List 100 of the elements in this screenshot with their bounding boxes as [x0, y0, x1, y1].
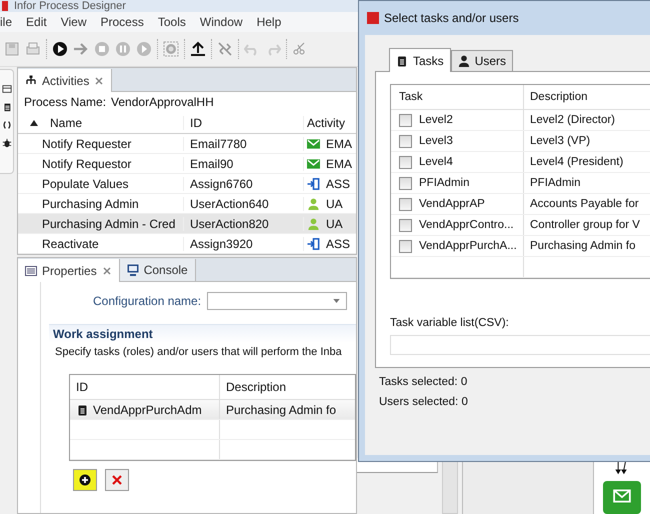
- print-icon[interactable]: [25, 41, 41, 57]
- arrow-right-icon[interactable]: [73, 41, 89, 57]
- checkbox[interactable]: [399, 240, 412, 252]
- table-cell: UA: [326, 216, 343, 230]
- clipboard-icon: [396, 54, 408, 66]
- table-cell: Email90: [190, 156, 234, 170]
- menu-item[interactable]: Help: [250, 15, 290, 29]
- checkbox[interactable]: [399, 156, 412, 168]
- configuration-name-dropdown[interactable]: [207, 292, 348, 310]
- play-icon[interactable]: [52, 41, 68, 57]
- app-logo-icon: [2, 1, 8, 11]
- menu-item[interactable]: Window: [194, 15, 251, 29]
- table-cell: EMA: [326, 156, 352, 170]
- activities-tab[interactable]: Activities: [18, 69, 112, 92]
- stop-icon[interactable]: [94, 41, 110, 57]
- table-cell: Level3: [419, 135, 453, 147]
- tasks-tab[interactable]: Tasks: [389, 48, 451, 72]
- section-description: Specify tasks (roles) and/or users that will perform the Inba: [54, 345, 343, 358]
- pause-icon[interactable]: [115, 41, 131, 57]
- section-title: Work assignment: [53, 327, 153, 341]
- clipboard-icon: [76, 404, 89, 416]
- table-cell: Accounts Payable for: [530, 198, 639, 210]
- person-icon: [307, 198, 320, 210]
- description-column-header[interactable]: Description: [220, 380, 355, 394]
- users-tab[interactable]: Users: [450, 50, 514, 71]
- table-cell: Level3 (VP): [530, 135, 590, 147]
- table-cell: Notify Requestor: [42, 156, 132, 170]
- activity-column-header[interactable]: Activity: [303, 116, 356, 130]
- caret-icon: [333, 299, 340, 303]
- users-selected-count: Users selected: 0: [378, 396, 469, 408]
- menu-item[interactable]: Tools: [152, 15, 194, 29]
- envelope-icon: [307, 158, 320, 170]
- close-icon[interactable]: [94, 76, 104, 86]
- table-cell: VendApprPurchA...: [419, 240, 517, 252]
- configuration-name-label: Configuration name:: [93, 294, 202, 308]
- unlink-icon[interactable]: [217, 41, 233, 57]
- record-icon[interactable]: [163, 41, 179, 57]
- checkbox[interactable]: [399, 176, 412, 190]
- monitor-icon: [126, 264, 139, 276]
- table-cell: Reactivate: [42, 236, 99, 250]
- dialog-title: Select tasks and/or users: [384, 11, 519, 25]
- activity-row[interactable]: Purchasing Admin - Cred UserAction820 UA: [18, 214, 356, 234]
- list-icon: [25, 264, 37, 276]
- add-button[interactable]: [73, 469, 97, 491]
- id-column-header[interactable]: ID: [70, 375, 220, 399]
- task-column-header[interactable]: Task: [391, 85, 524, 109]
- checkbox[interactable]: [399, 134, 412, 148]
- checkbox[interactable]: [399, 218, 412, 232]
- save-icon[interactable]: [4, 41, 20, 57]
- activity-row[interactable]: Reactivate Assign3920 ASS: [18, 234, 356, 254]
- menu-item[interactable]: Edit: [20, 15, 55, 29]
- tasks-selected-count: Tasks selected: 0: [378, 376, 468, 388]
- menu-item[interactable]: Process: [94, 15, 152, 29]
- table-cell: EMA: [326, 136, 352, 150]
- app-logo-icon: [367, 12, 379, 24]
- table-cell: Purchasing Admin - Cred: [42, 216, 176, 230]
- window-title: Infor Process Designer: [14, 0, 126, 12]
- checkbox[interactable]: [399, 114, 412, 126]
- add-icon: [79, 474, 91, 486]
- close-icon[interactable]: [102, 266, 112, 276]
- table-cell: Purchasing Admin fo: [226, 402, 336, 416]
- table-cell: PFIAdmin: [530, 177, 580, 189]
- id-column-header[interactable]: ID: [183, 116, 303, 130]
- email-node[interactable]: [603, 481, 641, 514]
- properties-tab[interactable]: Properties: [18, 259, 120, 282]
- variable-icon[interactable]: [2, 120, 12, 130]
- envelope-icon: [613, 489, 631, 504]
- window-icon[interactable]: [2, 84, 12, 94]
- description-column-header[interactable]: Description: [524, 91, 650, 103]
- assign-icon: [307, 178, 320, 190]
- activity-row[interactable]: Notify Requestor Email90 EMA: [18, 154, 356, 174]
- checkbox[interactable]: [399, 198, 412, 210]
- activity-row[interactable]: Populate Values Assign6760 ASS: [18, 174, 356, 194]
- table-cell: Email7780: [190, 136, 247, 150]
- sort-ascending-icon: [30, 120, 38, 126]
- menu-item[interactable]: ile: [0, 15, 20, 29]
- hierarchy-icon: [25, 74, 37, 86]
- table-cell: ASS: [326, 236, 350, 250]
- delete-button[interactable]: [105, 469, 129, 491]
- table-cell: VendApprContro...: [419, 219, 514, 231]
- table-cell: Level4 (President): [530, 156, 624, 168]
- table-cell: VendApprPurchAdm: [93, 402, 202, 416]
- menu-item[interactable]: View: [54, 15, 94, 29]
- table-cell: Controller group for V: [530, 219, 640, 231]
- console-tab[interactable]: Console: [120, 259, 196, 281]
- activity-row[interactable]: Notify Requester Email7780 EMA: [18, 134, 356, 154]
- task-variable-field[interactable]: [390, 335, 650, 355]
- process-name-value: VendorApprovalHH: [111, 95, 214, 109]
- table-cell: Assign3920: [190, 236, 253, 250]
- assign-icon: [307, 238, 320, 250]
- upload-icon[interactable]: [190, 41, 206, 57]
- table-cell: ASS: [326, 176, 350, 190]
- bug-icon[interactable]: [2, 138, 12, 148]
- name-column-header[interactable]: Name: [18, 116, 183, 130]
- table-cell: UserAction820: [190, 216, 269, 230]
- task-icon[interactable]: [2, 102, 12, 112]
- table-cell: Level2: [419, 114, 453, 126]
- table-cell: Notify Requester: [42, 136, 132, 150]
- step-icon[interactable]: [136, 41, 152, 57]
- table-cell: Purchasing Admin: [42, 196, 139, 210]
